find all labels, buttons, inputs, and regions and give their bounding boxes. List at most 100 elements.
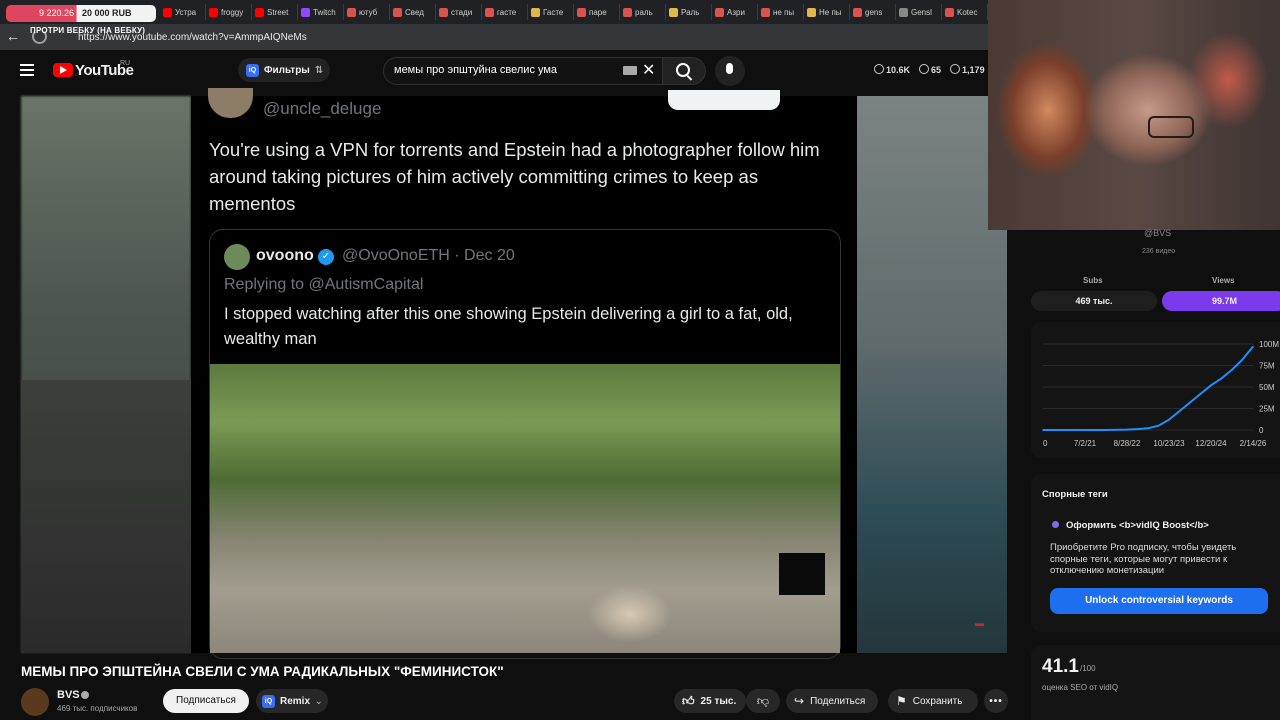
tab-label: Азри (727, 7, 745, 17)
tab-favicon-icon (347, 7, 356, 17)
chart-x-tick-label: 2/14/26 (1240, 439, 1267, 448)
views-label: Views (1212, 276, 1235, 285)
browser-tab[interactable]: froggy (206, 4, 252, 20)
browser-tab[interactable]: Twitch (298, 4, 344, 20)
subs-label: Subs (1083, 276, 1103, 285)
browser-tab[interactable]: gens (850, 4, 896, 20)
browser-tab[interactable]: ютуб (344, 4, 390, 20)
vidiq-channel-handle: @BVS (1144, 228, 1172, 238)
chart-x-tick-label: 10/23/23 (1153, 439, 1185, 448)
tab-label: Гасте (543, 7, 564, 17)
browser-tab[interactable]: гасте (482, 4, 528, 20)
filters-label: Фильтры (264, 64, 310, 76)
remix-label: Remix (280, 695, 311, 707)
vidiq-icon: iQ (246, 63, 259, 77)
dislike-button[interactable]: 👎︎ (746, 689, 780, 713)
tab-label: froggy (221, 7, 244, 17)
save-label: Сохранить (912, 695, 963, 707)
video-watermark-icon: ▬ (975, 618, 984, 628)
tab-favicon-icon (945, 7, 954, 17)
tab-favicon-icon (209, 7, 218, 17)
seo-score-label: оценка SEO от vidIQ (1042, 683, 1119, 692)
chart-point (1199, 393, 1202, 395)
chart-x-tick-label: 12/20/24 (1195, 439, 1227, 448)
tab-favicon-icon (439, 7, 448, 17)
browser-tab[interactable]: Устра (160, 4, 206, 20)
browser-tab[interactable]: стади (436, 4, 482, 20)
youtube-logo-icon[interactable] (53, 63, 73, 77)
seo-score: 41.1 (1042, 656, 1079, 677)
chart-point (1178, 410, 1181, 412)
views-growth-chart: 100M 75M 50M 25M 0 0 7/2/21 8/28/22 10/23/23 12/2… (1042, 340, 1279, 448)
browser-tab[interactable]: раль (620, 4, 666, 20)
channel-avatar[interactable] (21, 688, 49, 716)
subs-toggle[interactable]: 469 тыс. (1031, 291, 1157, 311)
tab-favicon-icon (301, 7, 310, 17)
save-button[interactable]: ⚑ Сохранить (888, 689, 978, 713)
browser-tab[interactable]: не пы (758, 4, 804, 20)
chart-views-line (1043, 345, 1254, 431)
eye-icon (950, 64, 961, 74)
chart-point (1042, 429, 1044, 431)
gauge-icon (919, 64, 930, 74)
browser-tab[interactable]: Гасте (528, 4, 574, 20)
thumbs-down-icon: 👎︎ (756, 693, 770, 708)
chart-y-tick-label: 0 (1259, 426, 1264, 435)
share-button[interactable]: ↪ Поделиться (786, 689, 878, 713)
thumbs-up-icon: 👍︎ (682, 693, 695, 708)
chart-y-tick-label: 75M (1259, 362, 1275, 371)
quoted-tweet-avatar (224, 244, 250, 270)
remix-button[interactable]: iQ Remix ⌄ (256, 689, 328, 713)
share-arrow-icon: ↪ (794, 694, 805, 708)
subscribe-button[interactable]: Подписаться (163, 689, 249, 713)
browser-tab[interactable]: Street (252, 4, 298, 20)
menu-icon[interactable] (20, 64, 34, 76)
like-button[interactable]: 👍︎ 25 тыс. (674, 689, 746, 713)
browser-tab[interactable]: Не пы (804, 4, 850, 20)
like-count: 25 тыс. (700, 695, 737, 707)
seo-score-max: /100 (1080, 664, 1096, 673)
back-arrow-icon[interactable]: ← (6, 28, 20, 44)
tab-favicon-icon (485, 7, 494, 17)
tab-favicon-icon (761, 7, 770, 17)
keyboard-icon[interactable] (623, 66, 637, 75)
more-actions-button[interactable]: ••• (984, 689, 1008, 713)
chart-point (1157, 424, 1160, 427)
tab-label: стади (451, 7, 473, 17)
channel-name[interactable]: BVS (57, 689, 80, 701)
chart-point (1063, 429, 1065, 431)
webcam-overlay (988, 0, 1280, 230)
browser-tab[interactable]: Kotec (942, 4, 988, 20)
browser-tab[interactable]: паре (574, 4, 620, 20)
share-label: Поделиться (810, 695, 866, 707)
browser-tab[interactable]: Свед (390, 4, 436, 20)
chart-point (1241, 358, 1244, 361)
video-blurred-left-bottom (21, 380, 191, 653)
vidiq-boost-icon (1052, 521, 1059, 528)
tab-label: Раль (681, 7, 700, 17)
filters-button[interactable]: iQ Фильтры ⇅ (238, 58, 330, 82)
views-toggle[interactable]: 99.7M (1162, 291, 1280, 311)
chart-x-tick-label: 0 (1043, 439, 1048, 448)
tab-favicon-icon (715, 7, 724, 17)
tab-favicon-icon (807, 7, 816, 17)
tab-label: не пы (773, 7, 795, 17)
video-title: МЕМЫ ПРО ЭПШТЕЙНА СВЕЛИ С УМА РАДИКАЛЬНЫ… (21, 664, 504, 679)
chart-point (1231, 369, 1233, 371)
sliders-icon: ⇅ (314, 64, 324, 76)
unlock-keywords-button[interactable]: Unlock controversial keywords (1050, 588, 1268, 614)
chart-y-tick-label: 50M (1259, 383, 1275, 392)
tweet-follow-button (668, 90, 780, 110)
browser-tab[interactable]: Азри (712, 4, 758, 20)
chart-point (1147, 427, 1149, 430)
chart-point (1084, 429, 1086, 431)
chart-y-tick-label: 25M (1259, 405, 1275, 414)
chart-point (1105, 429, 1107, 431)
clear-search-icon[interactable]: ✕ (642, 60, 655, 80)
browser-tab[interactable]: Раль (666, 4, 712, 20)
tab-favicon-icon (255, 7, 264, 17)
region-code: RU (120, 60, 131, 67)
tab-label: Twitch (313, 7, 336, 17)
browser-tab[interactable]: Gensl (896, 4, 942, 20)
donation-progress-bar: 9 220.26 20 000 RUB (6, 5, 156, 22)
